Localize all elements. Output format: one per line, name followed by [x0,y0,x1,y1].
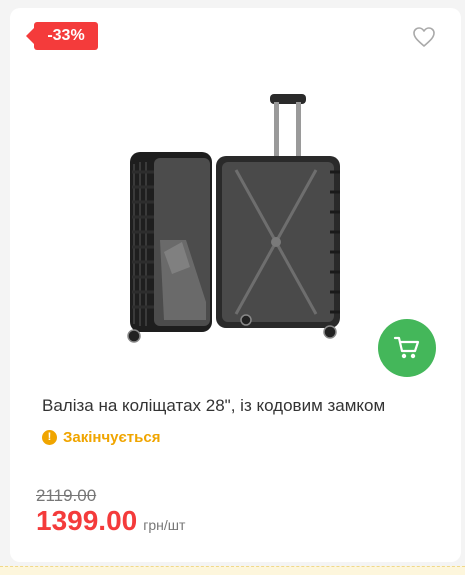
old-price: 2119.00 [36,486,97,505]
add-to-cart-button[interactable] [378,319,436,377]
product-image[interactable] [120,92,350,354]
cart-icon [393,336,420,359]
price-row: 1399.00 грн/шт [36,505,185,537]
product-title[interactable]: Валіза на коліщатах 28", із кодовим замк… [42,396,442,416]
price-unit: грн/шт [143,517,186,533]
discount-badge: -33% [26,22,98,50]
wishlist-button[interactable] [412,26,438,50]
heart-icon [413,27,435,47]
stock-status: ! Закінчується [42,427,160,447]
discount-label: -33% [47,27,85,44]
current-price: 1399.00 [36,505,138,536]
exclamation-icon: ! [42,429,57,445]
stock-status-label: Закінчується [63,428,161,446]
